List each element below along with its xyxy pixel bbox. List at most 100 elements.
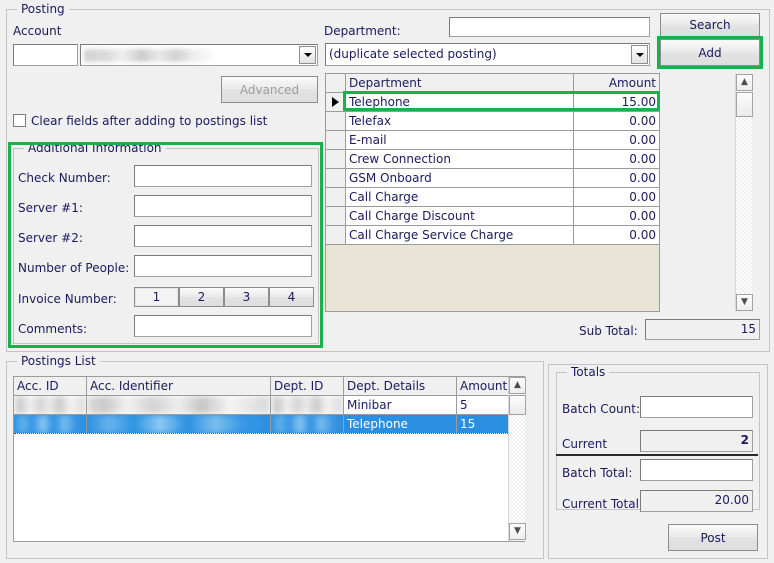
chevron-up-icon: ▲ (514, 380, 521, 390)
postings-list-body: Minibar 5 Telephone 15 (14, 396, 524, 434)
advanced-button[interactable]: Advanced (221, 76, 318, 103)
postings-list-title: Postings List (17, 354, 100, 368)
current-total-label: Current Total: (562, 497, 643, 511)
department-row[interactable]: Telephone 15.00 (326, 93, 659, 112)
department-row-indicator[interactable] (326, 188, 346, 206)
department-row[interactable]: Telefax 0.00 (326, 112, 659, 131)
check-number-input[interactable] (134, 165, 312, 187)
department-row-indicator[interactable] (326, 150, 346, 168)
totals-title: Totals (567, 365, 610, 379)
comments-input[interactable] (134, 315, 312, 337)
postings-list-cell-dept-details: Minibar (344, 396, 457, 414)
department-row-indicator[interactable] (326, 93, 346, 111)
postings-list-scroll-up-button[interactable]: ▲ (509, 377, 526, 394)
postings-list-cell-acc-id (14, 396, 87, 414)
department-grid-header-amount: Amount (574, 74, 659, 92)
department-row[interactable]: Call Charge Discount 0.00 (326, 207, 659, 226)
department-row-amount: 0.00 (574, 226, 659, 244)
department-row-indicator[interactable] (326, 169, 346, 187)
department-grid[interactable]: Department Amount Telephone 15.00 Telefax 0… (325, 73, 660, 312)
postings-list-row[interactable]: Telephone 15 (14, 415, 524, 434)
department-row-name: Crew Connection (346, 150, 574, 168)
account-name-combo[interactable] (80, 44, 318, 66)
invoice-number-button-1[interactable]: 1 (134, 287, 179, 307)
postings-list-cell-acc-id (14, 415, 87, 433)
department-row[interactable]: Call Charge Service Charge 0.00 (326, 226, 659, 245)
department-row-indicator[interactable] (326, 131, 346, 149)
server-2-input[interactable] (134, 225, 312, 247)
sub-total-label: Sub Total: (579, 324, 638, 338)
account-name-redaction (84, 49, 212, 62)
department-row-name: E-mail (346, 131, 574, 149)
triangle-right-icon (332, 97, 339, 107)
batch-total-label: Batch Total: (562, 466, 633, 480)
department-label: Department: (324, 24, 401, 38)
chevron-up-icon: ▲ (741, 77, 748, 87)
chevron-down-icon: ▼ (741, 297, 748, 307)
postings-list-grid[interactable]: Acc. ID Acc. Identifier Dept. ID Dept. D… (13, 376, 525, 542)
redaction-overlay (87, 415, 270, 433)
department-row-name: Call Charge (346, 188, 574, 206)
department-row-amount: 0.00 (574, 131, 659, 149)
department-row-indicator[interactable] (326, 226, 346, 244)
postings-list-header: Acc. ID Acc. Identifier Dept. ID Dept. D… (14, 377, 524, 396)
account-id-input[interactable] (13, 44, 78, 66)
server-1-input[interactable] (134, 195, 312, 217)
department-row-name: Telephone (346, 93, 574, 111)
redaction-overlay (14, 415, 86, 433)
postings-list-cell-dept-details: Telephone (344, 415, 457, 433)
department-combo[interactable]: (duplicate selected posting) (325, 43, 650, 66)
department-grid-scroll-down-button[interactable]: ▼ (736, 294, 753, 311)
department-combo-arrow[interactable] (631, 45, 648, 64)
invoice-number-button-4[interactable]: 4 (269, 287, 314, 307)
postings-list-header-dept-id: Dept. ID (271, 377, 344, 395)
department-row[interactable]: Crew Connection 0.00 (326, 150, 659, 169)
department-row-amount: 0.00 (574, 169, 659, 187)
department-row-name: Telefax (346, 112, 574, 130)
department-grid-scroll-thumb[interactable] (736, 92, 753, 117)
number-of-people-label: Number of People: (18, 261, 130, 275)
number-of-people-input[interactable] (134, 255, 312, 277)
totals-divider (556, 454, 758, 456)
postings-list-cell-acc-identifier (87, 396, 271, 414)
department-search-input[interactable] (449, 17, 650, 37)
clear-fields-checkbox[interactable] (13, 114, 26, 127)
search-button[interactable]: Search (660, 13, 760, 37)
invoice-number-label: Invoice Number: (18, 292, 117, 306)
postings-list-scroll-down-button[interactable]: ▼ (509, 523, 526, 540)
add-button[interactable]: Add (660, 39, 760, 66)
postings-list-cell-dept-id (271, 396, 344, 414)
current-label: Current (562, 437, 608, 451)
postings-list-header-acc-id: Acc. ID (14, 377, 87, 395)
department-grid-header-indicator (326, 74, 346, 92)
server-1-label: Server #1: (18, 201, 83, 215)
redaction-overlay (14, 396, 86, 414)
invoice-number-button-2[interactable]: 2 (179, 287, 224, 307)
sub-total-value: 15 (645, 319, 760, 340)
department-row-name: GSM Onboard (346, 169, 574, 187)
department-row-indicator[interactable] (326, 207, 346, 225)
chevron-down-icon (303, 53, 312, 57)
chevron-down-icon (635, 52, 644, 57)
department-grid-scroll-up-button[interactable]: ▲ (736, 74, 753, 91)
department-row-amount: 15.00 (574, 93, 659, 111)
postings-list-row[interactable]: Minibar 5 (14, 396, 524, 415)
batch-total-input[interactable] (640, 459, 753, 481)
department-row[interactable]: E-mail 0.00 (326, 131, 659, 150)
postings-list-scroll-thumb[interactable] (509, 395, 526, 415)
department-row[interactable]: GSM Onboard 0.00 (326, 169, 659, 188)
post-button[interactable]: Post (668, 524, 758, 551)
account-name-combo-arrow[interactable] (299, 46, 316, 64)
department-row-indicator[interactable] (326, 112, 346, 130)
posting-groupbox-title: Posting (17, 2, 69, 16)
postings-list-header-dept-details: Dept. Details (344, 377, 457, 395)
redaction-overlay (271, 396, 343, 414)
department-grid-header: Department Amount (326, 74, 659, 93)
department-grid-header-department: Department (346, 74, 574, 92)
postings-list-scrollbar[interactable]: ▲ ▼ (508, 377, 526, 541)
department-row[interactable]: Call Charge 0.00 (326, 188, 659, 207)
batch-count-input[interactable] (640, 396, 753, 418)
department-grid-scrollbar[interactable]: ▲ ▼ (735, 74, 753, 311)
invoice-number-button-3[interactable]: 3 (224, 287, 269, 307)
comments-label: Comments: (18, 322, 88, 336)
